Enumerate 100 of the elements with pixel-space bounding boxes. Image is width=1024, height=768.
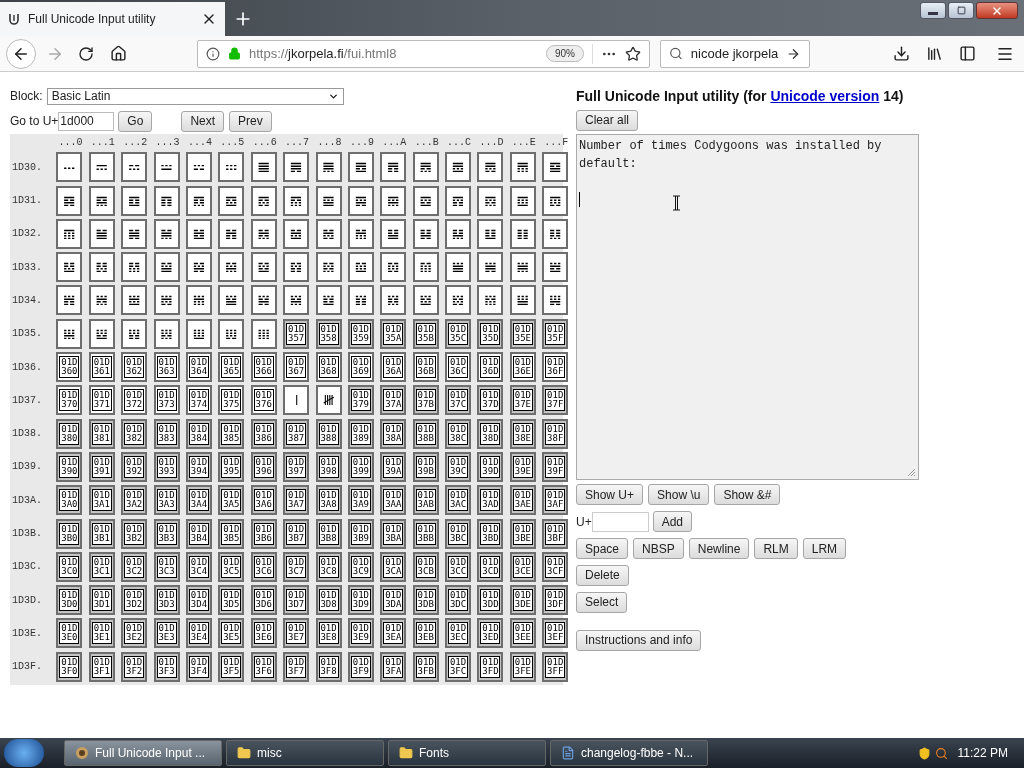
character-cell[interactable]: 𝍏 bbox=[542, 285, 569, 316]
character-cell[interactable]: 𝍊 bbox=[380, 285, 407, 316]
taskbar-item[interactable]: Fonts bbox=[388, 740, 546, 766]
character-cell[interactable]: 𝌊 bbox=[380, 152, 407, 183]
character-cell[interactable]: 𝍋 bbox=[412, 285, 439, 316]
character-cell[interactable]: 𝍎 bbox=[509, 285, 536, 316]
search-field[interactable]: nicode jkorpela bbox=[660, 39, 810, 68]
taskbar-item[interactable]: misc bbox=[226, 740, 384, 766]
search-icon[interactable] bbox=[934, 746, 948, 760]
output-text-area[interactable]: Number of times Codygoons was installed by default: bbox=[576, 134, 919, 480]
character-cell[interactable]: 𝍁 bbox=[88, 285, 115, 316]
character-cell[interactable]: 𝌫 bbox=[412, 218, 439, 249]
character-cell[interactable]: 𝌖 bbox=[250, 185, 277, 216]
character-cell[interactable]: 𝍑 bbox=[88, 318, 115, 349]
character-cell[interactable]: 𝌡 bbox=[88, 218, 115, 249]
character-cell[interactable]: 𝍖 bbox=[250, 318, 277, 349]
shield-icon[interactable] bbox=[917, 746, 931, 760]
sidebar-icon[interactable] bbox=[959, 45, 976, 62]
clock[interactable]: 11:22 PM bbox=[957, 744, 1008, 762]
character-cell[interactable]: 𝌀 bbox=[56, 152, 83, 183]
character-cell[interactable]: 𝍃 bbox=[153, 285, 180, 316]
close-window-button[interactable] bbox=[976, 2, 1018, 19]
character-cell[interactable]: 𝌼 bbox=[445, 252, 472, 283]
resize-grip-icon[interactable] bbox=[907, 468, 916, 477]
format-button[interactable]: Show &# bbox=[714, 484, 781, 505]
character-cell[interactable]: 𝌗 bbox=[283, 185, 310, 216]
insert-button[interactable]: NBSP bbox=[633, 538, 684, 559]
character-cell[interactable]: 𝌮 bbox=[509, 218, 536, 249]
insert-button[interactable]: Newline bbox=[688, 538, 750, 559]
character-cell[interactable]: 𝌛 bbox=[412, 185, 439, 216]
character-cell[interactable]: 𝍂 bbox=[121, 285, 148, 316]
character-cell[interactable]: 𝌿 bbox=[542, 252, 569, 283]
character-cell[interactable]: 𝌣 bbox=[153, 218, 180, 249]
character-cell[interactable]: 𝌐 bbox=[56, 185, 83, 216]
character-cell[interactable]: 𝌯 bbox=[542, 218, 569, 249]
zoom-badge[interactable]: 90% bbox=[546, 45, 584, 62]
insert-button[interactable]: LRM bbox=[802, 538, 847, 559]
lock-icon[interactable] bbox=[228, 47, 241, 60]
character-cell[interactable]: 𝌍 bbox=[477, 152, 504, 183]
character-cell[interactable]: 𝌾 bbox=[509, 252, 536, 283]
character-cell[interactable]: 𝌞 bbox=[509, 185, 536, 216]
character-cell[interactable]: 𝌘 bbox=[315, 185, 342, 216]
character-cell[interactable]: 𝍌 bbox=[445, 285, 472, 316]
select-button[interactable]: Select bbox=[576, 591, 628, 613]
character-cell[interactable]: 𝌳 bbox=[153, 252, 180, 283]
character-cell[interactable]: 𝌸 bbox=[315, 252, 342, 283]
go-button[interactable]: Go bbox=[118, 110, 153, 132]
format-button[interactable]: Show \u bbox=[648, 484, 710, 505]
character-cell[interactable]: 𝌨 bbox=[315, 218, 342, 249]
character-cell[interactable]: 𝌌 bbox=[445, 152, 472, 183]
character-cell[interactable]: 𝍷 bbox=[283, 385, 310, 416]
back-button[interactable] bbox=[6, 38, 36, 69]
character-cell[interactable]: 𝍀 bbox=[56, 285, 83, 316]
character-cell[interactable]: 𝍈 bbox=[315, 285, 342, 316]
character-cell[interactable]: 𝌩 bbox=[347, 218, 374, 249]
character-cell[interactable]: 𝌓 bbox=[153, 185, 180, 216]
character-cell[interactable]: 𝍍 bbox=[477, 285, 504, 316]
restore-button[interactable] bbox=[948, 2, 974, 19]
character-cell[interactable]: 𝌇 bbox=[283, 152, 310, 183]
format-button[interactable]: Show U+ bbox=[576, 484, 644, 505]
browser-tab[interactable]: Full Unicode Input utility bbox=[0, 2, 225, 36]
taskbar-item[interactable]: Full Unicode Input ... bbox=[64, 740, 222, 766]
character-cell[interactable]: 𝌤 bbox=[185, 218, 212, 249]
character-cell[interactable]: 𝌷 bbox=[283, 252, 310, 283]
character-cell[interactable]: 𝌁 bbox=[88, 152, 115, 183]
character-cell[interactable]: 𝍕 bbox=[218, 318, 245, 349]
taskbar-item[interactable]: changelog-fbbe - N... bbox=[550, 740, 708, 766]
character-cell[interactable]: 𝌏 bbox=[542, 152, 569, 183]
character-cell[interactable]: 𝌪 bbox=[380, 218, 407, 249]
character-cell[interactable]: 𝌧 bbox=[283, 218, 310, 249]
library-icon[interactable] bbox=[926, 45, 943, 62]
add-code-field[interactable] bbox=[591, 511, 649, 532]
character-cell[interactable]: 𝌒 bbox=[121, 185, 148, 216]
character-cell[interactable]: 𝌉 bbox=[347, 152, 374, 183]
character-cell[interactable]: 𝌔 bbox=[185, 185, 212, 216]
character-cell[interactable]: 𝌵 bbox=[218, 252, 245, 283]
character-cell[interactable]: 𝌻 bbox=[412, 252, 439, 283]
character-cell[interactable]: 𝌭 bbox=[477, 218, 504, 249]
character-cell[interactable]: 𝌃 bbox=[153, 152, 180, 183]
character-cell[interactable]: 𝌑 bbox=[88, 185, 115, 216]
character-cell[interactable]: 𝌙 bbox=[347, 185, 374, 216]
character-cell[interactable]: 𝌽 bbox=[477, 252, 504, 283]
insert-button[interactable]: RLM bbox=[754, 538, 798, 559]
character-cell[interactable]: 𝌦 bbox=[250, 218, 277, 249]
code-point-field[interactable]: 1d000 bbox=[58, 111, 115, 131]
character-cell[interactable]: 𝌂 bbox=[121, 152, 148, 183]
download-icon[interactable] bbox=[893, 45, 910, 62]
character-cell[interactable]: 𝌲 bbox=[121, 252, 148, 283]
info-icon[interactable] bbox=[206, 46, 220, 61]
character-cell[interactable]: 𝌺 bbox=[380, 252, 407, 283]
unicode-version-link[interactable]: Unicode version bbox=[770, 88, 880, 104]
character-cell[interactable]: 𝌈 bbox=[315, 152, 342, 183]
insert-button[interactable]: Space bbox=[576, 538, 629, 559]
character-cell[interactable]: 𝍒 bbox=[121, 318, 148, 349]
character-cell[interactable]: 𝌅 bbox=[218, 152, 245, 183]
character-cell[interactable]: 𝌚 bbox=[380, 185, 407, 216]
character-cell[interactable]: 𝍇 bbox=[283, 285, 310, 316]
block-select[interactable]: Basic Latin bbox=[46, 87, 344, 105]
instructions-button[interactable]: Instructions and info bbox=[576, 629, 702, 651]
add-button[interactable]: Add bbox=[652, 511, 693, 532]
